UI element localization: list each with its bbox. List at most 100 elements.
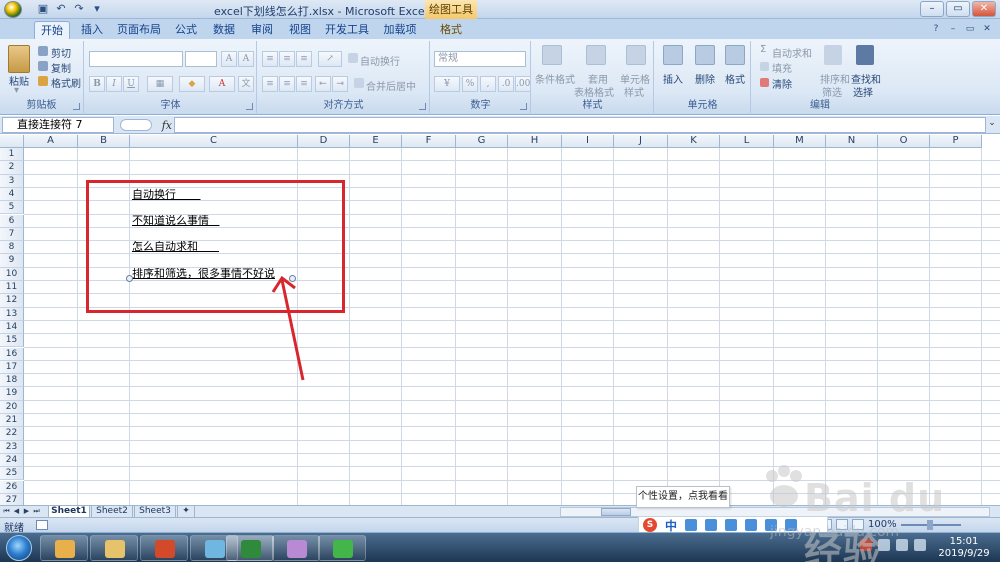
worksheet-grid[interactable]: 自动换行 不知道说么事情 怎么自动求和 排序和筛选，很多事情不好说 ABCDEF… (0, 135, 1000, 505)
restore-button[interactable]: ▭ (946, 1, 970, 17)
zoom-slider[interactable] (900, 519, 961, 530)
align-bottom-button[interactable]: ≡ (296, 51, 312, 67)
minimize-button[interactable]: – (920, 1, 944, 17)
column-header-k[interactable]: K (668, 135, 720, 148)
border-button[interactable]: ▦ (147, 76, 173, 92)
font-size-box[interactable] (185, 51, 217, 67)
insert-cells-button[interactable]: 插入 (663, 71, 683, 86)
shrink-font-button[interactable]: A (238, 51, 254, 67)
tab-review[interactable]: 审阅 (246, 21, 278, 39)
orientation-button[interactable]: ↗ (318, 51, 342, 67)
column-header-a[interactable]: A (24, 135, 78, 148)
page-layout-view-button[interactable] (836, 519, 848, 530)
clear-button[interactable]: 清除 (772, 76, 792, 91)
align-right-button[interactable]: ≡ (296, 76, 312, 92)
ime-tools-icon[interactable] (785, 519, 798, 531)
font-color-button[interactable]: A (209, 76, 235, 92)
row-header-16[interactable]: 16 (0, 347, 24, 361)
delete-cells-button[interactable]: 删除 (695, 71, 715, 86)
ribbon-minimize-icon[interactable]: – (946, 22, 960, 36)
row-header-25[interactable]: 25 (0, 467, 24, 481)
column-header-e[interactable]: E (350, 135, 402, 148)
taskbar-clock[interactable]: 15:01 2019/9/29 (936, 536, 992, 560)
cut-button[interactable]: 剪切 (51, 45, 71, 60)
column-header-i[interactable]: I (562, 135, 614, 148)
taskbar-excel[interactable] (226, 535, 274, 561)
ime-language-toggle[interactable]: 中 (665, 517, 677, 534)
tab-insert[interactable]: 插入 (76, 21, 108, 39)
cell-c8[interactable]: 怎么自动求和 (132, 241, 219, 253)
macro-record-icon[interactable] (36, 520, 48, 530)
help-icon[interactable]: ? (929, 22, 943, 36)
font-name-box[interactable] (89, 51, 183, 67)
format-painter-button[interactable]: 格式刷 (51, 75, 81, 90)
column-header-h[interactable]: H (508, 135, 562, 148)
tray-expand-icon[interactable] (878, 539, 890, 551)
decrease-decimal-button[interactable]: .00 (515, 76, 531, 92)
row-header-2[interactable]: 2 (0, 161, 24, 175)
row-header-10[interactable]: 10 (0, 267, 24, 281)
row-header-14[interactable]: 14 (0, 320, 24, 335)
row-header-23[interactable]: 23 (0, 440, 24, 454)
row-header-13[interactable]: 13 (0, 307, 24, 321)
column-header-c[interactable]: C (130, 135, 298, 148)
column-header-n[interactable]: N (826, 135, 878, 148)
align-middle-button[interactable]: ≡ (279, 51, 295, 67)
tab-page-layout[interactable]: 页面布局 (114, 21, 164, 39)
increase-decimal-button[interactable]: .0 (498, 76, 514, 92)
row-header-26[interactable]: 26 (0, 480, 24, 494)
customize-qat-icon[interactable]: ▾ (90, 2, 104, 16)
merge-center-button[interactable]: 合并后居中 (366, 78, 416, 93)
zoom-level[interactable]: 100% (868, 519, 897, 530)
column-header-m[interactable]: M (774, 135, 826, 148)
ime-voice-icon[interactable] (725, 519, 738, 531)
row-header-11[interactable]: 11 (0, 281, 24, 295)
tab-home[interactable]: 开始 (34, 21, 70, 39)
row-header-3[interactable]: 3 (0, 174, 24, 188)
taskbar-app-2[interactable] (90, 535, 138, 561)
align-left-button[interactable]: ≡ (262, 76, 278, 92)
row-header-8[interactable]: 8 (0, 241, 24, 255)
page-break-view-button[interactable] (852, 519, 864, 530)
tab-developer[interactable]: 开发工具 (322, 21, 372, 39)
zoom-slider-thumb[interactable] (926, 519, 933, 530)
row-header-17[interactable]: 17 (0, 360, 24, 375)
row-header-4[interactable]: 4 (0, 187, 24, 202)
copy-button[interactable]: 复制 (51, 60, 71, 75)
taskbar-app-6[interactable] (272, 535, 320, 561)
row-header-6[interactable]: 6 (0, 214, 24, 228)
wrap-text-button[interactable]: 自动换行 (360, 53, 400, 68)
tab-format[interactable]: 格式 (432, 21, 470, 39)
ribbon-restore-icon[interactable]: ▭ (963, 22, 977, 36)
tab-view[interactable]: 视图 (284, 21, 316, 39)
clipboard-dialog-launcher[interactable] (73, 103, 80, 110)
save-icon[interactable]: ▣ (36, 2, 50, 16)
name-box[interactable]: 直接连接符 7 (2, 117, 114, 133)
tab-addins[interactable]: 加载项 (380, 21, 420, 39)
horizontal-scroll-thumb[interactable] (601, 508, 631, 516)
font-dialog-launcher[interactable] (246, 103, 253, 110)
alignment-dialog-launcher[interactable] (419, 103, 426, 110)
fill-button[interactable]: 填充 (772, 60, 792, 75)
column-header-j[interactable]: J (614, 135, 668, 148)
row-header-22[interactable]: 22 (0, 427, 24, 441)
tab-data[interactable]: 数据 (208, 21, 240, 39)
cell-c6[interactable]: 不知道说么事情 (132, 215, 220, 227)
italic-button[interactable]: I (106, 76, 122, 92)
tray-network-icon[interactable] (896, 539, 908, 551)
connector-start-handle[interactable] (126, 275, 133, 282)
bold-button[interactable]: B (89, 76, 105, 92)
autosum-button[interactable]: 自动求和 (772, 45, 812, 60)
row-header-27[interactable]: 27 (0, 493, 24, 505)
row-header-21[interactable]: 21 (0, 414, 24, 428)
tray-volume-icon[interactable] (914, 539, 926, 551)
paste-icon[interactable] (8, 45, 30, 73)
column-header-b[interactable]: B (78, 135, 130, 148)
row-header-24[interactable]: 24 (0, 453, 24, 468)
column-header-d[interactable]: D (298, 135, 350, 148)
last-sheet-button[interactable]: ⏭ (32, 506, 41, 517)
grow-font-button[interactable]: A (221, 51, 237, 67)
fill-color-button[interactable]: ◆ (179, 76, 205, 92)
row-header-1[interactable]: 1 (0, 148, 24, 162)
ime-skin-icon[interactable] (765, 519, 778, 531)
